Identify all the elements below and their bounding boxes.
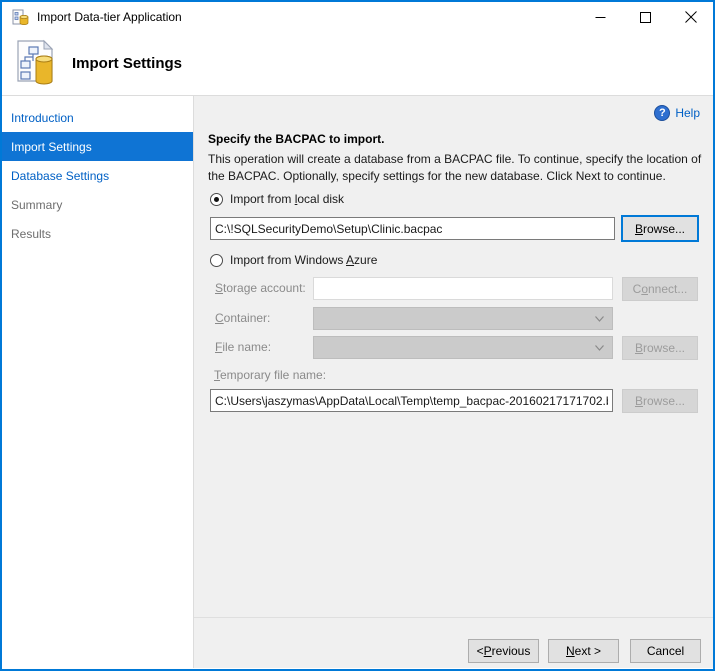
file-name-label: File name: — [215, 340, 271, 354]
storage-account-label: Storage account: — [215, 281, 306, 295]
dac-package-icon — [12, 9, 29, 26]
previous-button[interactable]: < Previous — [468, 639, 539, 663]
title-bar[interactable]: Import Data-tier Application — [2, 2, 713, 32]
help-link[interactable]: ? Help — [654, 105, 700, 121]
help-label: Help — [675, 106, 700, 120]
minimize-button[interactable] — [578, 2, 623, 32]
section-description: This operation will create a database fr… — [208, 151, 708, 185]
storage-account-input — [313, 277, 613, 300]
next-button[interactable]: Next > — [548, 639, 619, 663]
sidebar-item-import-settings[interactable]: Import Settings — [2, 132, 193, 161]
file-name-dropdown — [313, 336, 613, 359]
wizard-footer: < Previous Next > Cancel — [194, 617, 713, 668]
wizard-steps-sidebar: Introduction Import Settings Database Se… — [2, 96, 194, 668]
radio-local-disk-label: Import from local disk — [230, 192, 344, 206]
import-data-tier-application-dialog: Import Data-tier Application Import Sett… — [0, 0, 715, 671]
window-title: Import Data-tier Application — [37, 2, 182, 32]
maximize-button[interactable] — [623, 2, 668, 32]
import-from-windows-azure-option[interactable]: Import from Windows Azure — [210, 253, 377, 267]
radio-unselected-icon[interactable] — [210, 254, 223, 267]
bacpac-path-input[interactable] — [210, 217, 615, 240]
browse-file-name-button: Browse... — [622, 336, 698, 360]
sidebar-item-summary: Summary — [2, 190, 193, 219]
section-heading: Specify the BACPAC to import. — [208, 132, 384, 146]
import-settings-panel: ? Help Specify the BACPAC to import. Thi… — [194, 96, 713, 668]
chevron-down-icon — [595, 345, 604, 351]
close-icon — [685, 11, 697, 23]
wizard-header: Import Settings — [2, 32, 713, 96]
connect-button: Connect... — [622, 277, 698, 301]
import-dac-icon — [14, 39, 64, 89]
chevron-down-icon — [595, 316, 604, 322]
close-button[interactable] — [668, 2, 713, 32]
cancel-button[interactable]: Cancel — [630, 639, 701, 663]
browse-temporary-file-button: Browse... — [622, 389, 698, 413]
browse-local-button[interactable]: Browse... — [621, 215, 699, 242]
container-dropdown — [313, 307, 613, 330]
wizard-body: Introduction Import Settings Database Se… — [2, 96, 713, 668]
radio-selected-icon[interactable] — [210, 193, 223, 206]
sidebar-item-introduction[interactable]: Introduction — [2, 103, 193, 132]
maximize-icon — [640, 12, 651, 23]
radio-azure-label: Import from Windows Azure — [230, 253, 377, 267]
page-title: Import Settings — [72, 55, 182, 72]
container-label: Container: — [215, 311, 270, 325]
sidebar-item-results: Results — [2, 219, 193, 248]
sidebar-item-database-settings[interactable]: Database Settings — [2, 161, 193, 190]
temporary-file-name-label: Temporary file name: — [214, 368, 326, 382]
import-from-local-disk-option[interactable]: Import from local disk — [210, 192, 344, 206]
minimize-icon — [595, 12, 606, 23]
help-icon: ? — [654, 105, 670, 121]
window-controls — [578, 2, 713, 32]
temporary-file-name-input[interactable] — [210, 389, 613, 412]
